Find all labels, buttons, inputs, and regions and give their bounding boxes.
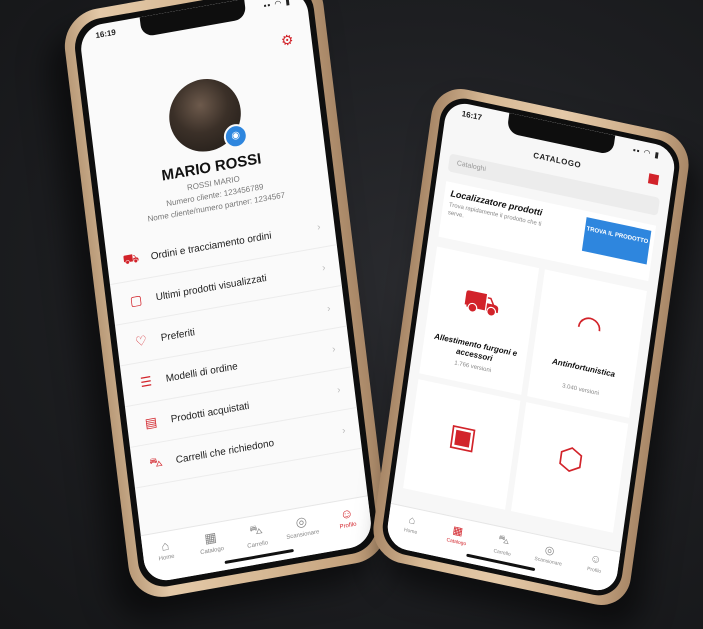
menu-item-label: Ordini e tracciamento ordini xyxy=(150,229,273,263)
chevron-right-icon: › xyxy=(336,384,342,396)
profile-menu: ⛟ Ordini e tracciamento ordini › ▢ Ultim… xyxy=(105,204,362,489)
menu-item-label: Preferiti xyxy=(160,326,196,344)
category-count: 3.040 versioni xyxy=(561,383,600,398)
tab-home[interactable]: ⌂ Home xyxy=(141,528,192,584)
headphones-icon: ◠ xyxy=(574,308,605,347)
tab-label: Catalogo xyxy=(199,546,225,557)
category-name: Antinfortunistica xyxy=(551,356,616,379)
heart-icon: ♡ xyxy=(134,332,148,350)
tab-profile[interactable]: ☺ Profilo xyxy=(322,496,373,552)
tab-label: Carrello xyxy=(493,548,512,558)
category-card-safety[interactable]: ◠ Antinfortunistica 3.040 versioni xyxy=(527,269,647,418)
status-icons: ▪▪ ◠ ▮ xyxy=(632,145,661,161)
catalog-screen: 16:17 ▪▪ ◠ ▮ CATALOGO Cataloghi Localizz… xyxy=(384,99,678,595)
tab-label: Profilo xyxy=(586,566,602,575)
find-product-button[interactable]: TROVA IL PRODOTTO xyxy=(581,217,652,265)
tab-catalog[interactable]: ▦ Catalogo xyxy=(186,520,237,576)
catalog-icon: ▦ xyxy=(203,529,218,547)
category-card-vans[interactable]: ⛟ Allestimento furgoni e accessori 1.766… xyxy=(419,246,540,395)
chevron-right-icon: › xyxy=(321,261,327,274)
chevron-right-icon: › xyxy=(331,343,337,355)
chevron-right-icon: › xyxy=(316,221,322,233)
menu-item-label: Modelli di ordine xyxy=(165,360,239,385)
tab-home[interactable]: ⌂ Home xyxy=(385,504,437,555)
box-icon: ▢ xyxy=(129,291,144,309)
receipt-icon: ▤ xyxy=(144,413,159,431)
phone-bezel: 16:17 ▪▪ ◠ ▮ CATALOGO Cataloghi Localizz… xyxy=(379,93,683,601)
tab-label: Home xyxy=(158,553,175,563)
clipboard-icon: ☰ xyxy=(139,373,153,391)
nut-icon: ⬡ xyxy=(555,440,586,480)
profile-screen: 16:19 ▪▪ ◠ ▮ ⚙ ◉ MARIO ROSSI ROSSI MARIO… xyxy=(78,0,374,584)
home-icon: ⌂ xyxy=(160,537,170,554)
tab-label: Profilo xyxy=(339,521,357,531)
toolbox-icon: ▣ xyxy=(446,417,479,457)
notch xyxy=(139,0,247,38)
category-grid: ⛟ Allestimento furgoni e accessori 1.766… xyxy=(403,246,647,533)
menu-item-label: Prodotti acquistati xyxy=(170,400,250,425)
flag-icon[interactable] xyxy=(647,173,660,186)
menu-item-label: Carrelli che richiedono xyxy=(175,437,275,466)
profile-icon: ☺ xyxy=(339,505,355,523)
chevron-right-icon: › xyxy=(326,302,332,315)
tab-label: Home xyxy=(403,527,418,536)
truck-icon: ⛟ xyxy=(121,249,140,268)
tab-label: Carrello xyxy=(247,540,269,550)
cart-icon: ⛍ xyxy=(148,453,164,471)
settings-gear-icon[interactable]: ⚙ xyxy=(280,31,294,50)
status-time: 16:19 xyxy=(94,27,117,41)
tab-profile[interactable]: ☺ Profilo xyxy=(569,543,621,594)
chevron-right-icon: › xyxy=(341,424,347,437)
tab-scan[interactable]: ◎ Scansionare xyxy=(523,533,575,584)
category-card-tools[interactable]: ▣ xyxy=(403,379,521,510)
status-time: 16:17 xyxy=(461,109,483,123)
category-card-fasteners[interactable]: ⬡ xyxy=(510,402,629,533)
menu-item-label: Ultimi prodotti visualizzati xyxy=(155,272,268,303)
van-icon: ⛟ xyxy=(460,283,503,324)
cart-icon: ⛍ xyxy=(248,521,264,539)
status-icons: ▪▪ ◠ ▮ xyxy=(263,0,292,11)
